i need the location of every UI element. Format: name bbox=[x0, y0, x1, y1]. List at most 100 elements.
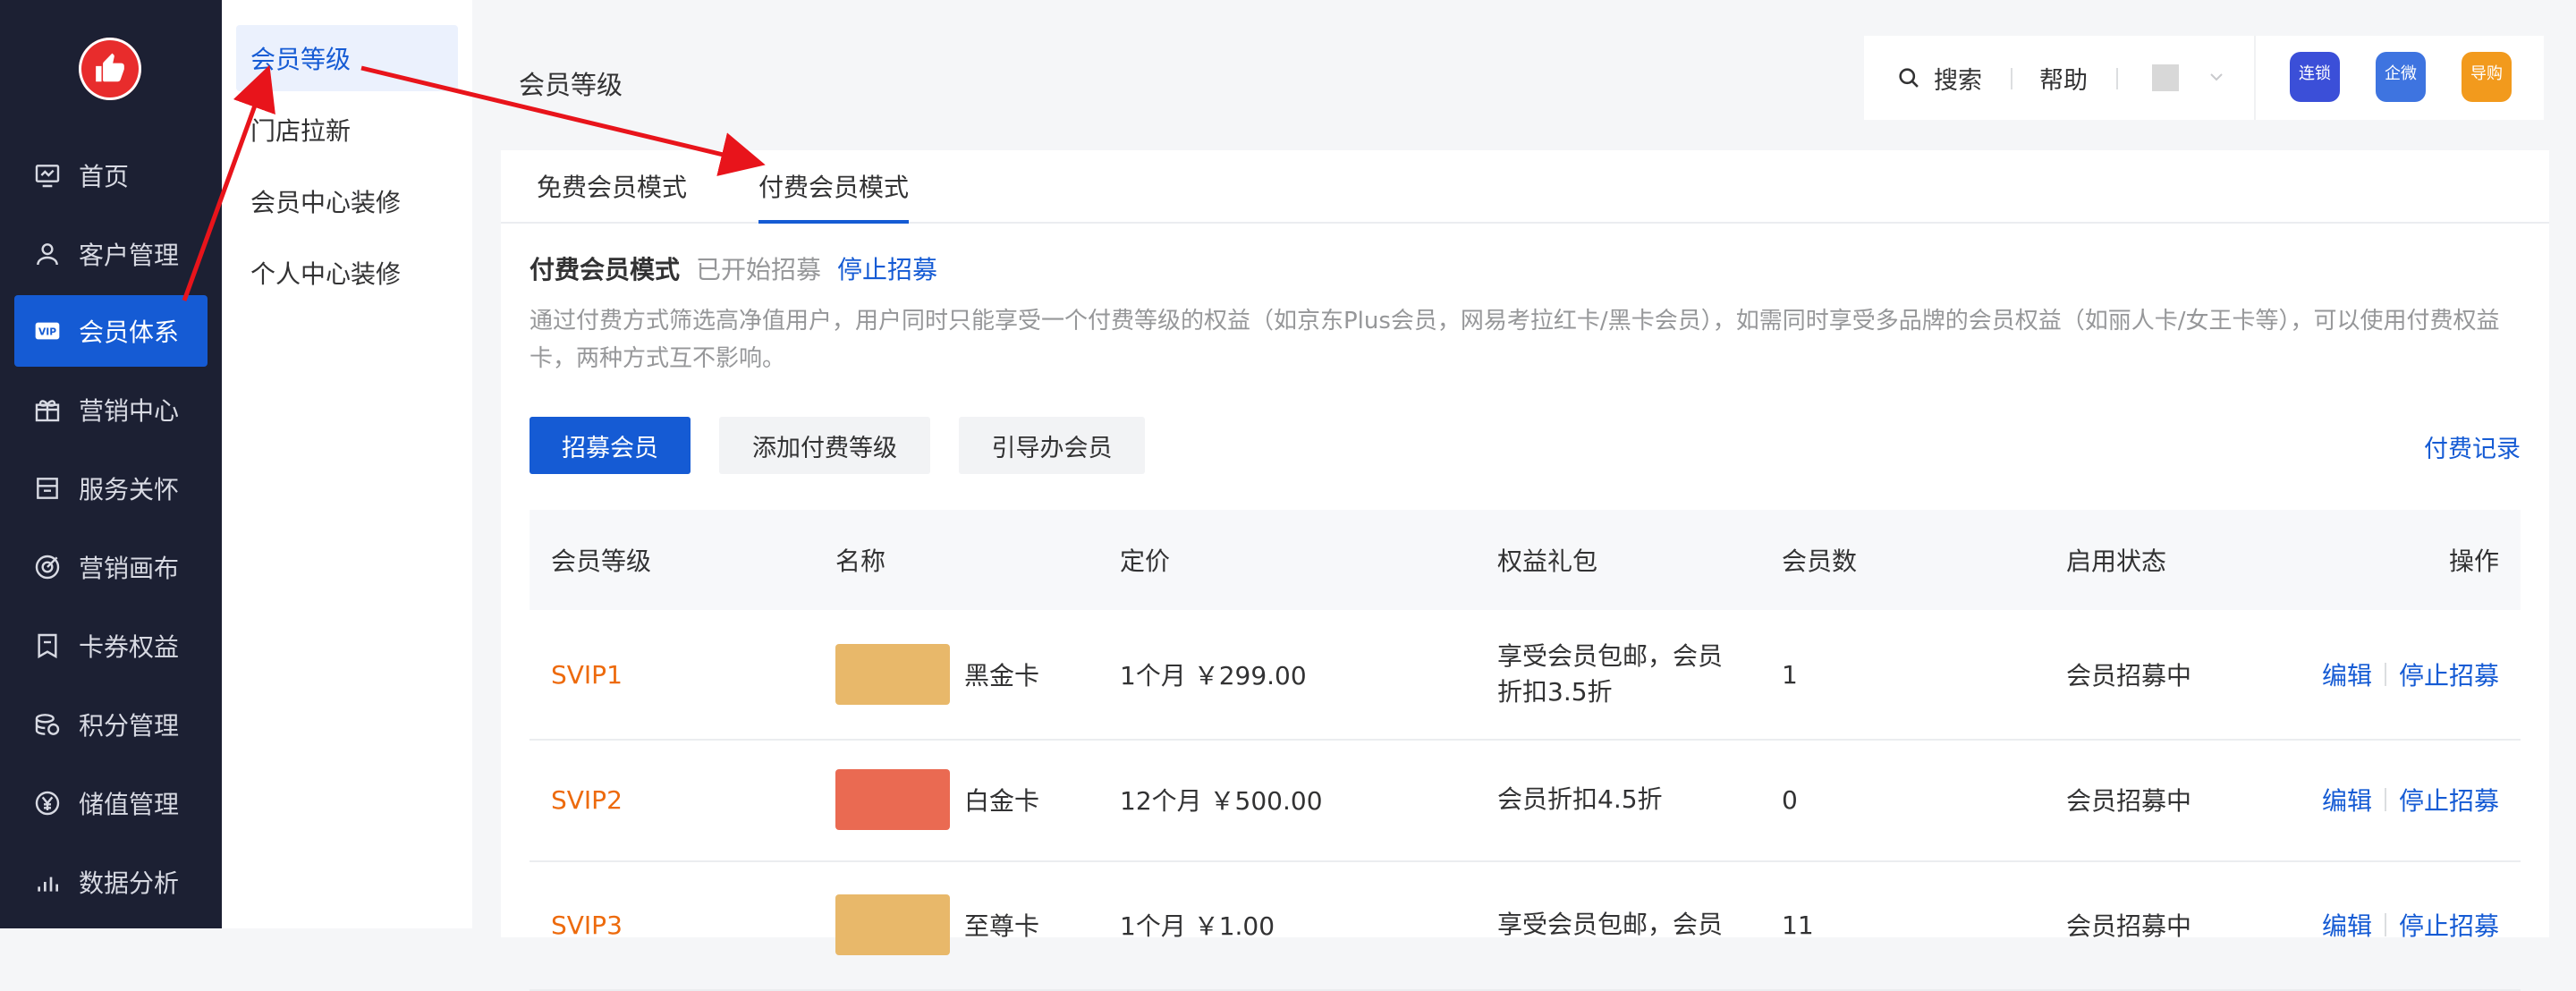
sidebar-item-label: 营销画布 bbox=[79, 554, 180, 583]
price: 12个月 ￥500.00 bbox=[1120, 786, 1323, 816]
sub-sidebar: 会员等级 门店拉新 会员中心装修 个人中心装修 bbox=[222, 0, 472, 928]
sidebar-item-label: 服务关怀 bbox=[79, 475, 180, 504]
page-title: 会员等级 bbox=[519, 70, 623, 100]
sidebar-item-label: 客户管理 bbox=[79, 241, 180, 270]
sidebar-item-membership[interactable]: VIP 会员体系 bbox=[14, 295, 208, 367]
price: 1个月 ￥299.00 bbox=[1120, 661, 1307, 690]
card-name: 白金卡 bbox=[964, 786, 1040, 816]
divider bbox=[2116, 68, 2118, 89]
payment-record-link[interactable]: 付费记录 bbox=[2424, 429, 2521, 464]
card-name: 黑金卡 bbox=[964, 661, 1040, 690]
search-label: 搜索 bbox=[1934, 66, 1982, 95]
sidebar-item-analytics[interactable]: 数据分析 bbox=[14, 846, 208, 918]
app-chain-icon[interactable]: 连锁 bbox=[2290, 52, 2340, 102]
benefit-package: 享受会员包邮，会员折扣3.5折 bbox=[1497, 641, 1724, 707]
sidebar-item-home[interactable]: 首页 bbox=[14, 140, 208, 211]
row-actions: 编辑 停止招募 bbox=[2322, 739, 2499, 860]
coupon-icon bbox=[32, 631, 63, 661]
row-actions: 编辑 停止招募 bbox=[2322, 860, 2499, 989]
service-box-icon bbox=[32, 473, 63, 504]
member-count: 0 bbox=[1782, 784, 1798, 815]
sidebar-item-service[interactable]: 服务关怀 bbox=[14, 453, 208, 524]
home-monitor-icon bbox=[32, 160, 63, 191]
bar-chart-icon bbox=[32, 867, 63, 897]
mode-header: 付费会员模式 已开始招募 停止招募 bbox=[530, 250, 937, 286]
add-paid-level-button[interactable]: 添加付费等级 bbox=[719, 417, 930, 474]
sidebar-item-label: 卡券权益 bbox=[79, 632, 180, 662]
stop-recruit-link[interactable]: 停止招募 bbox=[2399, 782, 2499, 817]
column-header: 启用状态 bbox=[2066, 546, 2167, 576]
sidebar-item-coupons[interactable]: 卡券权益 bbox=[14, 610, 208, 682]
divider bbox=[2011, 68, 2012, 89]
app-guide-icon[interactable]: 导购 bbox=[2462, 52, 2512, 102]
enable-status: 会员招募中 bbox=[2066, 786, 2192, 816]
main-sidebar: 首页 客户管理 VIP 会员体系 营销中心 服务关怀 营销画布 卡券权益 积分管… bbox=[0, 0, 222, 928]
card-name-cell: 至尊卡 bbox=[835, 860, 1039, 989]
edit-link[interactable]: 编辑 bbox=[2322, 782, 2372, 817]
member-count: 1 bbox=[1782, 659, 1798, 690]
column-header: 操作 bbox=[2448, 546, 2499, 576]
edit-link[interactable]: 编辑 bbox=[2322, 656, 2372, 692]
sidebar-item-label: 首页 bbox=[79, 162, 130, 191]
level-code: SVIP2 bbox=[551, 784, 623, 815]
recruit-member-button[interactable]: 招募会员 bbox=[530, 417, 691, 474]
enable-status: 会员招募中 bbox=[2066, 661, 2192, 690]
user-icon bbox=[32, 239, 63, 269]
table-row: SVIP3 至尊卡 1个月 ￥1.00 享受会员包邮，会员 11 会员招募中 编… bbox=[530, 860, 2521, 991]
member-count: 11 bbox=[1782, 910, 1814, 940]
mode-tabs: 免费会员模式 付费会员模式 bbox=[501, 150, 2549, 224]
table-row: SVIP1 黑金卡 1个月 ￥299.00 享受会员包邮，会员折扣3.5折 1 … bbox=[530, 610, 2521, 741]
table-row: SVIP2 白金卡 12个月 ￥500.00 会员折扣4.5折 0 会员招募中 … bbox=[530, 739, 2521, 862]
card-swatch bbox=[835, 894, 950, 955]
edit-link[interactable]: 编辑 bbox=[2322, 907, 2372, 943]
sidebar-item-stored-value[interactable]: 储值管理 bbox=[14, 767, 208, 839]
gift-icon bbox=[32, 394, 63, 425]
main-content: 免费会员模式 付费会员模式 付费会员模式 已开始招募 停止招募 通过付费方式筛选… bbox=[501, 150, 2549, 991]
search-button[interactable]: 搜索 bbox=[1896, 36, 1982, 120]
benefit-package: 会员折扣4.5折 bbox=[1497, 784, 1663, 814]
vip-icon: VIP bbox=[32, 316, 63, 346]
column-header: 会员数 bbox=[1782, 546, 1858, 576]
help-button[interactable]: 帮助 bbox=[2039, 36, 2088, 120]
benefit-package: 享受会员包邮，会员 bbox=[1497, 910, 1724, 939]
level-code: SVIP3 bbox=[551, 910, 623, 940]
mode-title: 付费会员模式 bbox=[530, 255, 681, 284]
sidebar-item-label: 储值管理 bbox=[79, 790, 180, 819]
card-swatch bbox=[835, 769, 950, 830]
row-actions: 编辑 停止招募 bbox=[2322, 610, 2499, 739]
avatar[interactable] bbox=[2152, 64, 2179, 91]
subnav-item-member-level[interactable]: 会员等级 bbox=[236, 25, 458, 91]
app-wecom-icon[interactable]: 企微 bbox=[2376, 52, 2426, 102]
stop-recruit-link[interactable]: 停止招募 bbox=[837, 250, 937, 286]
top-toolbar: 搜索 帮助 连锁 企微 导购 bbox=[1864, 36, 2544, 120]
tab-paid-member-mode[interactable]: 付费会员模式 bbox=[758, 150, 910, 224]
column-header: 会员等级 bbox=[551, 546, 652, 576]
divider bbox=[2254, 36, 2256, 120]
chevron-down-icon[interactable] bbox=[2206, 66, 2227, 88]
subnav-item-store-acquisition[interactable]: 门店拉新 bbox=[236, 97, 458, 163]
divider bbox=[2384, 913, 2386, 936]
card-name-cell: 黑金卡 bbox=[835, 610, 1039, 739]
sidebar-item-points[interactable]: 积分管理 bbox=[14, 689, 208, 760]
stop-recruit-link[interactable]: 停止招募 bbox=[2399, 907, 2499, 943]
subnav-item-member-center-decor[interactable]: 会员中心装修 bbox=[236, 168, 458, 234]
table-header: 会员等级 名称 定价 权益礼包 会员数 启用状态 操作 bbox=[530, 510, 2521, 610]
thumbs-up-logo-icon[interactable] bbox=[79, 38, 141, 100]
sidebar-item-customers[interactable]: 客户管理 bbox=[14, 218, 208, 290]
price: 1个月 ￥1.00 bbox=[1120, 911, 1275, 941]
coins-icon bbox=[32, 709, 63, 740]
yen-icon bbox=[32, 788, 63, 818]
column-header: 名称 bbox=[835, 546, 886, 576]
level-code: SVIP1 bbox=[551, 659, 623, 690]
column-header: 定价 bbox=[1120, 546, 1171, 576]
guide-member-button[interactable]: 引导办会员 bbox=[959, 417, 1145, 474]
card-swatch bbox=[835, 644, 950, 705]
card-name: 至尊卡 bbox=[964, 911, 1040, 941]
subnav-item-personal-center-decor[interactable]: 个人中心装修 bbox=[236, 240, 458, 306]
sidebar-item-marketing[interactable]: 营销中心 bbox=[14, 374, 208, 445]
tab-free-member-mode[interactable]: 免费会员模式 bbox=[537, 150, 687, 222]
sidebar-item-canvas[interactable]: 营销画布 bbox=[14, 531, 208, 603]
sidebar-item-label: 积分管理 bbox=[79, 711, 180, 741]
stop-recruit-link[interactable]: 停止招募 bbox=[2399, 656, 2499, 692]
card-name-cell: 白金卡 bbox=[835, 739, 1039, 860]
